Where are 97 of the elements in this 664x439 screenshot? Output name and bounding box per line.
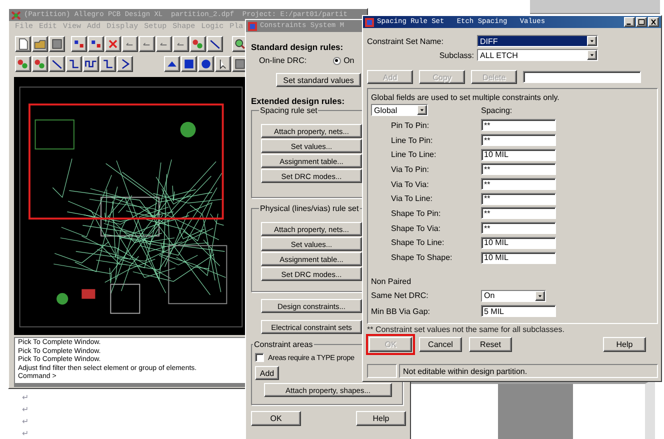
field-label: Via To Pin:	[390, 164, 430, 174]
radio-button[interactable]: On	[332, 56, 354, 65]
group-label: Spacing rule set	[259, 106, 318, 115]
section-heading: Standard design rules:	[251, 42, 344, 52]
net-icon	[191, 37, 205, 51]
spacing-input-field[interactable]: 10 MIL	[481, 236, 556, 249]
same-net-drc-dropdown[interactable]: On	[481, 290, 546, 302]
status-cell	[367, 364, 397, 378]
app-icon	[11, 10, 21, 20]
help-button[interactable]: Help	[356, 411, 406, 426]
name-input-field[interactable]	[523, 71, 641, 83]
spacing-input-field[interactable]: **	[481, 134, 556, 146]
status-text: Not editable within design partition.	[399, 364, 658, 378]
spacing-input-field[interactable]: **	[481, 222, 556, 234]
line-icon	[208, 37, 222, 51]
subclass-dropdown[interactable]: ALL ETCH	[477, 49, 598, 61]
toolbar-button[interactable]	[156, 36, 172, 52]
constraint-set-dropdown[interactable]: DIFF	[477, 35, 598, 47]
spacing-input-field[interactable]: **	[481, 119, 556, 132]
toolbar-button[interactable]	[173, 36, 189, 52]
toolbar-button[interactable]	[181, 56, 197, 72]
doc-icon	[16, 37, 30, 51]
minimize-icon[interactable]	[624, 17, 635, 27]
section-heading: Extended design rules:	[251, 96, 345, 106]
maximize-icon[interactable]	[636, 17, 647, 27]
toolbar-button[interactable]	[15, 36, 31, 52]
toolbar-button[interactable]	[15, 56, 31, 72]
route-icon	[101, 57, 115, 71]
field-label: Line To Line:	[390, 150, 438, 160]
field-label: Via To Line:	[390, 194, 434, 204]
route-icon	[67, 57, 81, 71]
toolbar-button[interactable]	[117, 56, 133, 72]
toolbar-button[interactable]	[105, 36, 121, 52]
add-button[interactable]: Add	[255, 366, 279, 380]
toolbar-button[interactable]	[32, 36, 48, 52]
toolbar-button[interactable]	[49, 56, 65, 72]
field-label: Subclass:	[438, 50, 475, 60]
toolbar-button[interactable]	[207, 36, 223, 52]
close-icon[interactable]	[648, 17, 659, 27]
square-icon	[182, 57, 196, 71]
toolbar-button[interactable]	[100, 56, 116, 72]
spacing-input-field[interactable]: 10 MIL	[481, 252, 556, 264]
field-label: Min BB Via Gap:	[371, 306, 431, 316]
field-label: Shape To Line:	[390, 238, 446, 248]
net-icon	[16, 57, 30, 71]
field-label: Shape To Shape:	[390, 253, 454, 262]
column-label: Spacing:	[481, 106, 514, 114]
field-label: Line To Pin:	[390, 136, 434, 145]
field-label: Shape To Via:	[390, 224, 442, 233]
cross-icon	[106, 37, 120, 51]
field-label: Pin To Pin:	[390, 120, 430, 130]
field-label: On-line DRC:	[259, 56, 307, 65]
line-icon	[50, 57, 64, 71]
note-text: Global fields are used to set multiple constraints only.	[371, 93, 560, 102]
ok-button[interactable]: OK	[251, 411, 301, 426]
group-label: Physical (lines/vias) rule set	[259, 204, 360, 213]
toolbar-button[interactable]	[122, 36, 138, 52]
dialog-button[interactable]: Help	[603, 336, 646, 352]
section-label: Non Paired	[371, 276, 412, 286]
field-label: Via To Via:	[390, 180, 430, 189]
toolbar-button[interactable]	[190, 36, 206, 52]
toolbar-button[interactable]	[71, 36, 87, 52]
spacing-input-field[interactable]: **	[481, 207, 556, 220]
app-icon	[248, 22, 257, 30]
spacing-input-field[interactable]: 10 MIL	[481, 148, 556, 161]
folder-icon	[33, 37, 47, 51]
net-icon	[33, 57, 47, 71]
set-standard-button[interactable]: Set standard values	[276, 73, 361, 87]
dialog-button[interactable]: Reset	[469, 336, 512, 352]
field-label: Shape To Pin:	[390, 208, 442, 218]
paragraph-mark: ↵	[22, 404, 29, 416]
toolbar-button[interactable]	[198, 56, 214, 72]
toolbar-button[interactable]	[83, 56, 99, 72]
toolbar-button[interactable]	[88, 36, 104, 52]
paragraph-mark: ↵	[22, 416, 29, 428]
toolbar-button[interactable]	[66, 56, 82, 72]
zoom-icon	[233, 37, 247, 51]
spacing-input-field[interactable]: **	[481, 178, 556, 190]
group-label: Constraint areas	[253, 340, 314, 349]
toolbar-button[interactable]	[164, 56, 180, 72]
dialog-button[interactable]: Cancel	[419, 336, 462, 352]
spacing-input-field[interactable]: **	[481, 163, 556, 176]
checkbox[interactable]	[255, 353, 264, 362]
paragraph-mark: ↵	[22, 428, 29, 439]
field-label: Constraint Set Name:	[367, 36, 444, 46]
paragraph-mark: ↵	[22, 392, 29, 404]
toolbar-button[interactable]	[32, 56, 48, 72]
toolbar-button[interactable]	[139, 36, 155, 52]
spacing-input-field[interactable]: **	[481, 192, 556, 205]
app-icon	[365, 18, 374, 26]
toolbar-button[interactable]	[215, 56, 231, 72]
dot-icon	[199, 57, 213, 71]
via-gap-input-field[interactable]: 5 MIL	[481, 305, 556, 318]
field-label: Same Net DRC:	[371, 291, 430, 300]
toolbar-button[interactable]	[49, 36, 65, 52]
footnote-text: ** Constraint set values not the same for all subclasses.	[367, 324, 566, 334]
scope-dropdown[interactable]: Global	[371, 104, 428, 116]
